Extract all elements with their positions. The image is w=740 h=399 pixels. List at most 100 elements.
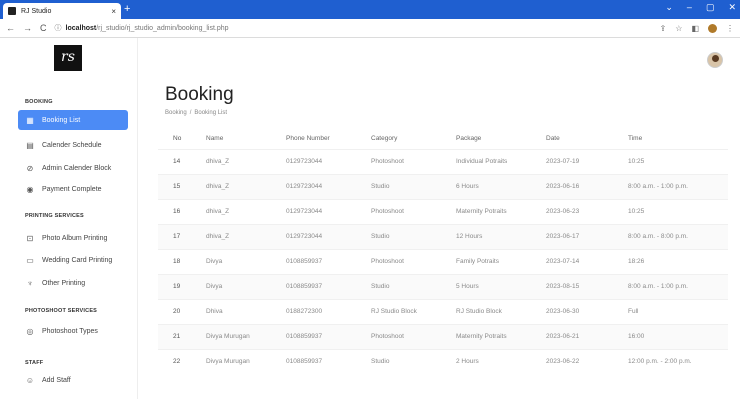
sidebar-item-label: Payment Complete: [42, 185, 102, 193]
tab-close-icon[interactable]: ×: [111, 7, 116, 16]
table-cell: Maternity Potraits: [441, 198, 531, 224]
table-cell: Divya Murugan: [191, 348, 271, 374]
table-cell: Maternity Potraits: [441, 323, 531, 349]
sidebar-item-other-printing[interactable]: ♆ Other Printing: [18, 273, 128, 293]
studio-logo[interactable]: rs: [54, 45, 82, 71]
breadcrumb-separator: /: [189, 110, 192, 116]
table-cell: Photoshoot: [356, 248, 441, 274]
table-cell: 19: [158, 273, 191, 299]
reload-icon[interactable]: C: [40, 23, 47, 33]
table-cell: 10:25: [613, 198, 728, 224]
table-cell: 22: [158, 348, 191, 374]
close-window-icon[interactable]: ✕: [728, 2, 736, 13]
tab-title: RJ Studio: [21, 7, 52, 15]
table-row[interactable]: 18 Divya 0108859937 Photoshoot Family Potrai…: [158, 248, 728, 274]
table-cell: Studio: [356, 173, 441, 199]
section-photoshoot-services: PHOTOSHOOT SERVICES: [25, 308, 98, 314]
table-cell: dhiva_Z: [191, 223, 271, 249]
table-cell: 17: [158, 223, 191, 249]
table-cell: 0129723044: [271, 223, 356, 249]
table-row[interactable]: 20 Dhiva 0188272300 RJ Studio Block RJ Studi…: [158, 298, 728, 324]
table-row[interactable]: 15 dhiva_Z 0129723044 Studio 6 Hours 2023-06-…: [158, 173, 728, 199]
camera-icon: ◎: [26, 326, 34, 336]
site-info-icon[interactable]: ⓘ: [55, 23, 62, 33]
menu-icon[interactable]: ⋮: [726, 24, 734, 33]
sidebar-item-calender-schedule[interactable]: ▤ Calender Schedule: [18, 135, 128, 155]
table-cell: 18: [158, 248, 191, 274]
breadcrumb-booking[interactable]: Booking: [165, 110, 187, 116]
window-controls: ⌄ – ▢ ✕: [665, 2, 736, 13]
user-icon: ☺: [25, 375, 35, 385]
table-row[interactable]: 16 dhiva_Z 0129723044 Photoshoot Maternity P…: [158, 198, 728, 224]
column-header: Name: [206, 135, 224, 143]
table-row[interactable]: 21 Divya Murugan 0108859937 Photoshoot Mater…: [158, 323, 728, 349]
table-cell: 0129723044: [271, 173, 356, 199]
maximize-icon[interactable]: ▢: [706, 2, 715, 13]
column-header: Package: [456, 135, 482, 143]
table-cell: Photoshoot: [356, 148, 441, 174]
bookmark-star-icon[interactable]: ☆: [675, 24, 682, 33]
table-cell: Photoshoot: [356, 323, 441, 349]
table-row[interactable]: 22 Divya Murugan 0108859937 Studio 2 Hours 20…: [158, 348, 728, 374]
print-icon: ♆: [27, 278, 33, 288]
table-cell: dhiva_Z: [191, 198, 271, 224]
table-cell: 16: [158, 198, 191, 224]
table-cell: 2 Hours: [441, 348, 531, 374]
column-header: Time: [628, 135, 643, 143]
browser-tab[interactable]: RJ Studio ×: [3, 3, 121, 19]
payment-icon: ◉: [26, 184, 34, 194]
minimize-icon[interactable]: –: [687, 2, 692, 13]
table-cell: 2023-06-23: [531, 198, 613, 224]
table-cell: 8:00 a.m. - 1:00 p.m.: [613, 173, 728, 199]
forward-icon[interactable]: →: [23, 23, 32, 33]
table-cell: 2023-06-22: [531, 348, 613, 374]
table-cell: dhiva_Z: [191, 173, 271, 199]
table-cell: 15: [158, 173, 191, 199]
table-row[interactable]: 19 Divya 0108859937 Studio 5 Hours 2023-08-15…: [158, 273, 728, 299]
extension-icon[interactable]: [708, 23, 717, 33]
sidebar-item-label: Add Staff: [42, 376, 71, 384]
table-cell: 12:00 p.m. - 2:00 p.m.: [613, 348, 728, 374]
page-title: Booking: [165, 84, 234, 105]
table-cell: 2023-06-21: [531, 323, 613, 349]
sidebar-item-admin-calender-block[interactable]: ⊘ Admin Calender Block: [18, 158, 128, 178]
breadcrumb: Booking / Booking List: [165, 110, 227, 116]
table-cell: 2023-07-14: [531, 248, 613, 274]
table-row[interactable]: 17 dhiva_Z 0129723044 Studio 12 Hours 2023-06…: [158, 223, 728, 249]
new-tab-button[interactable]: +: [124, 3, 130, 15]
avatar[interactable]: [707, 52, 723, 68]
sidebar-item-wedding-card-printing[interactable]: ▭ Wedding Card Printing: [18, 250, 128, 270]
card-icon: ▭: [26, 255, 34, 265]
table-cell: Divya: [191, 273, 271, 299]
sidebar-item-photoshoot-types[interactable]: ◎ Photoshoot Types: [18, 321, 128, 341]
address-bar[interactable]: ⓘ localhost/rj_studio/rj_studio_admin/bo…: [55, 22, 660, 35]
table-cell: RJ Studio Block: [441, 298, 531, 324]
sidebar-item-label: Photo Album Printing: [42, 234, 108, 242]
sidebar-item-label: Other Printing: [42, 279, 86, 287]
table-cell: Family Potraits: [441, 248, 531, 274]
table-row[interactable]: 14 dhiva_Z 0129723044 Photoshoot Individual …: [158, 148, 728, 174]
sidebar-item-booking-list[interactable]: ▦ Booking List: [18, 110, 128, 130]
table-cell: 0129723044: [271, 198, 356, 224]
column-header: Date: [546, 135, 560, 143]
table-cell: dhiva_Z: [191, 148, 271, 174]
sidebar-item-label: Photoshoot Types: [42, 327, 98, 335]
sidebar-item-add-staff[interactable]: ☺ Add Staff: [18, 370, 128, 390]
table-cell: 14: [158, 148, 191, 174]
booking-table: No Name Phone Number Category Package Da…: [158, 129, 728, 374]
table-cell: 5 Hours: [441, 273, 531, 299]
share-icon[interactable]: ⇪: [660, 24, 667, 33]
back-icon[interactable]: ←: [6, 23, 15, 33]
sidepanel-icon[interactable]: ◧: [691, 24, 699, 33]
table-cell: Divya: [191, 248, 271, 274]
table-cell: 18:26: [613, 248, 728, 274]
sidebar-item-payment-complete[interactable]: ◉ Payment Complete: [18, 179, 128, 199]
url-text: localhost/rj_studio/rj_studio_admin/book…: [65, 24, 229, 32]
browser-toolbar: ← → C ⓘ localhost/rj_studio/rj_studio_ad…: [0, 19, 740, 38]
section-printing-services: PRINTING SERVICES: [25, 213, 84, 219]
tab-search-icon[interactable]: ⌄: [665, 2, 673, 13]
sidebar-item-photo-album-printing[interactable]: ⊡ Photo Album Printing: [18, 228, 128, 248]
table-cell: 0108859937: [271, 348, 356, 374]
sidebar-item-label: Booking List: [42, 116, 81, 124]
section-booking: BOOKING: [25, 99, 53, 105]
